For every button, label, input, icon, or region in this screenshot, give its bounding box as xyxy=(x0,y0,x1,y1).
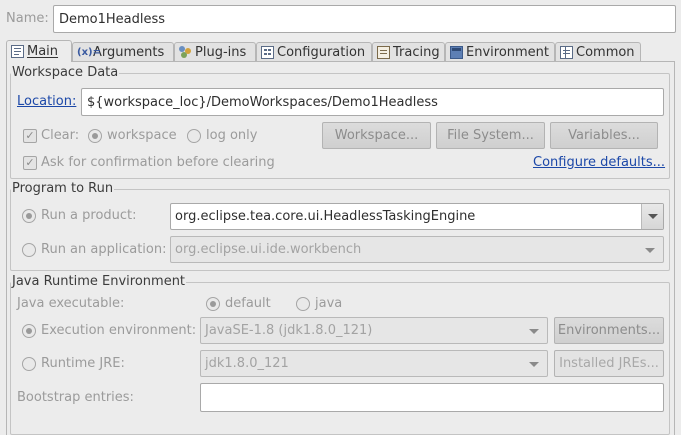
executable-java-label: java xyxy=(315,296,343,311)
configuration-icon xyxy=(261,45,274,59)
tab-common[interactable]: Common xyxy=(555,42,641,61)
chevron-down-icon xyxy=(645,248,655,253)
execution-environment-label: Execution environment: xyxy=(41,323,197,338)
tab-environment[interactable]: Environment xyxy=(445,42,555,61)
java-executable-label: Java executable: xyxy=(17,296,125,311)
tab-plugins-label: Plug-ins xyxy=(195,44,247,60)
application-combo[interactable]: org.eclipse.ui.ide.workbench xyxy=(170,236,664,263)
clear-log-radio[interactable] xyxy=(187,129,201,143)
tracing-icon xyxy=(377,45,390,59)
product-combo[interactable]: org.eclipse.tea.core.ui.HeadlessTaskingE… xyxy=(170,203,664,230)
file-system-button[interactable]: File System... xyxy=(436,122,545,149)
variables-button[interactable]: Variables... xyxy=(550,122,658,149)
execution-environment-value: JavaSE-1.8 (jdk1.8.0_121) xyxy=(205,323,373,338)
run-product-radio[interactable] xyxy=(22,209,36,223)
program-to-run-title: Program to Run xyxy=(12,181,114,196)
tab-main[interactable]: Main xyxy=(6,40,72,62)
tab-tracing-label: Tracing xyxy=(393,44,440,60)
run-application-radio[interactable] xyxy=(22,243,36,257)
environments-button[interactable]: Environments... xyxy=(554,317,664,344)
tab-plugins[interactable]: Plug-ins xyxy=(174,42,256,61)
executable-java-radio[interactable] xyxy=(296,297,310,311)
name-label: Name: xyxy=(6,11,49,26)
chevron-down-icon xyxy=(529,329,539,334)
tab-main-label: Main xyxy=(27,44,59,59)
execution-environment-radio[interactable] xyxy=(22,324,36,338)
location-field[interactable] xyxy=(81,88,664,116)
name-field[interactable] xyxy=(53,5,676,33)
run-application-label: Run an application: xyxy=(41,242,167,257)
run-product-label: Run a product: xyxy=(41,208,137,223)
tab-environment-label: Environment xyxy=(466,44,550,60)
workspace-data-title: Workspace Data xyxy=(12,65,119,80)
tab-arguments[interactable]: (x)= Arguments xyxy=(72,42,174,61)
chevron-down-icon xyxy=(529,362,539,367)
runtime-jre-value: jdk1.8.0_121 xyxy=(205,356,289,371)
jre-title: Java Runtime Environment xyxy=(12,274,186,289)
product-value: org.eclipse.tea.core.ui.HeadlessTaskingE… xyxy=(175,209,476,224)
location-link[interactable]: Location: xyxy=(17,94,76,110)
clear-checkbox[interactable]: ✓ xyxy=(23,129,37,143)
clear-workspace-label: workspace xyxy=(107,128,177,143)
executable-default-label: default xyxy=(225,296,271,311)
main-icon xyxy=(11,45,24,58)
bootstrap-entries-label: Bootstrap entries: xyxy=(17,390,134,405)
workspace-button[interactable]: Workspace... xyxy=(322,122,431,149)
product-dropdown-button[interactable] xyxy=(641,204,663,229)
tab-tracing[interactable]: Tracing xyxy=(372,42,445,61)
bootstrap-entries-field[interactable] xyxy=(200,383,664,412)
ask-confirmation-label: Ask for confirmation before clearing xyxy=(41,155,275,170)
plugins-icon xyxy=(179,45,192,59)
executable-default-radio[interactable] xyxy=(206,297,220,311)
ask-confirmation-checkbox[interactable]: ✓ xyxy=(23,156,37,170)
execution-environment-combo[interactable]: JavaSE-1.8 (jdk1.8.0_121) xyxy=(200,317,548,344)
common-icon xyxy=(560,45,573,59)
tab-configuration-label: Configuration xyxy=(277,44,366,60)
clear-log-label: log only xyxy=(206,128,258,143)
tab-arguments-label: Arguments xyxy=(93,44,165,60)
application-value: org.eclipse.ui.ide.workbench xyxy=(175,242,362,257)
clear-workspace-radio[interactable] xyxy=(88,129,102,143)
tab-configuration[interactable]: Configuration xyxy=(256,42,372,61)
tab-bar: Main (x)= Arguments Plug-ins Configurati… xyxy=(6,40,675,62)
configure-defaults-link[interactable]: Configure defaults... xyxy=(533,155,665,171)
runtime-jre-combo[interactable]: jdk1.8.0_121 xyxy=(200,350,548,377)
arguments-icon: (x)= xyxy=(77,46,101,58)
runtime-jre-radio[interactable] xyxy=(22,357,36,371)
runtime-jre-label: Runtime JRE: xyxy=(41,356,125,371)
environment-icon xyxy=(450,45,463,59)
chevron-down-icon xyxy=(648,214,658,219)
installed-jres-button[interactable]: Installed JREs... xyxy=(554,350,664,377)
clear-label: Clear: xyxy=(41,128,80,143)
tab-common-label: Common xyxy=(576,44,635,60)
